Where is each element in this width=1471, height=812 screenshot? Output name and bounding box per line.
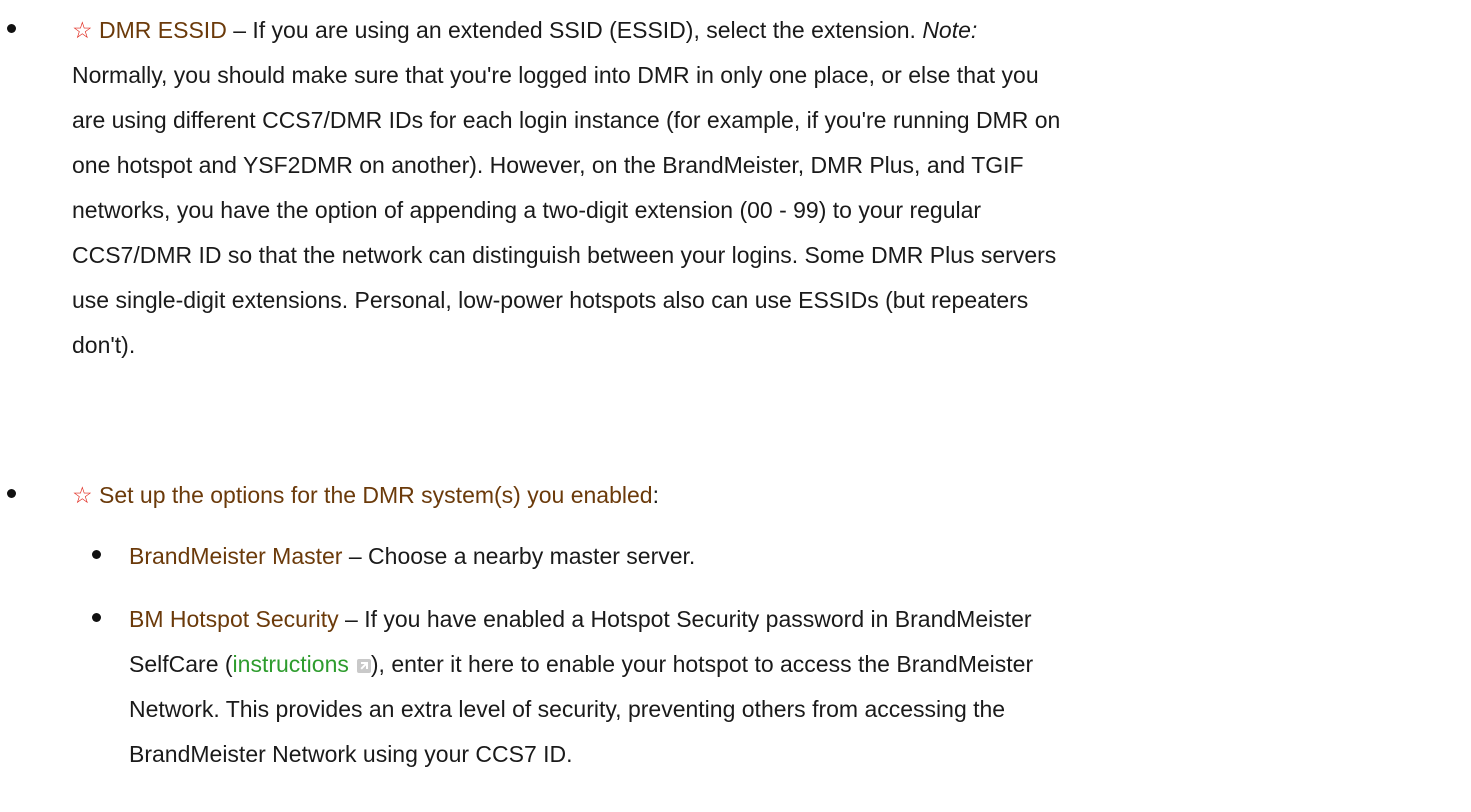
star-icon: ☆: [72, 17, 93, 43]
list-item-text: BM Hotspot Security – If you have enable…: [129, 597, 1033, 777]
bullet-icon: [92, 613, 101, 622]
dash: –: [342, 543, 369, 569]
star-icon: ☆: [72, 482, 93, 508]
list-item-text: BrandMeister Master – Choose a nearby ma…: [129, 534, 695, 579]
paragraph-line: one hotspot and YSF2DMR on another). How…: [72, 152, 1024, 178]
list-item-text: ☆ DMR ESSID – If you are using an extend…: [72, 8, 1060, 368]
bullet-icon: [7, 489, 16, 498]
instructions-link[interactable]: instructions: [233, 651, 349, 677]
dash: –: [226, 17, 253, 43]
paragraph-line: networks, you have the option of appendi…: [72, 197, 982, 223]
note-label: Note:: [922, 17, 978, 43]
term-dmr-essid: DMR ESSID: [99, 17, 227, 43]
paragraph-line: Normally, you should make sure that you'…: [72, 62, 1039, 88]
paragraph-line: Network. This provides an extra level of…: [129, 696, 1006, 722]
paragraph-line: If you have enabled a Hotspot Security p…: [364, 606, 1032, 632]
external-link-icon[interactable]: [356, 659, 371, 673]
bullet-icon: [7, 24, 16, 33]
term-setup-options: Set up the options for the DMR system(s)…: [99, 482, 653, 508]
text-fragment: SelfCare (: [129, 651, 233, 677]
paragraph-line: CCS7/DMR ID so that the network can dist…: [72, 242, 1057, 268]
term-brandmeister-master: BrandMeister Master: [129, 543, 343, 569]
description: Choose a nearby master server.: [368, 543, 696, 569]
document: ☆ DMR ESSID – If you are using an extend…: [0, 0, 1471, 812]
text-fragment: ), enter it here to enable your hotspot …: [370, 651, 1034, 677]
term-bm-hotspot-security: BM Hotspot Security: [129, 606, 339, 632]
paragraph-line: BrandMeister Network using your CCS7 ID.: [129, 741, 573, 767]
text-line: ☆ DMR ESSID – If you are using an extend…: [72, 8, 1060, 53]
paragraph-line: use single-digit extensions. Personal, l…: [72, 287, 1029, 313]
text-line: BrandMeister Master – Choose a nearby ma…: [129, 534, 695, 579]
paragraph-line: are using different CCS7/DMR IDs for eac…: [72, 107, 1061, 133]
text-line: BM Hotspot Security – If you have enable…: [129, 597, 1033, 642]
bullet-icon: [92, 550, 101, 559]
paragraph-line: don't).: [72, 332, 136, 358]
dash: –: [338, 606, 365, 632]
suffix: :: [652, 482, 659, 508]
paragraph-line: If you are using an extended SSID (ESSID…: [252, 17, 923, 43]
text-line: ☆ Set up the options for the DMR system(…: [72, 473, 659, 518]
text-line: SelfCare (instructions ), enter it here t…: [129, 642, 1033, 687]
list-item-text: ☆ Set up the options for the DMR system(…: [72, 473, 659, 518]
